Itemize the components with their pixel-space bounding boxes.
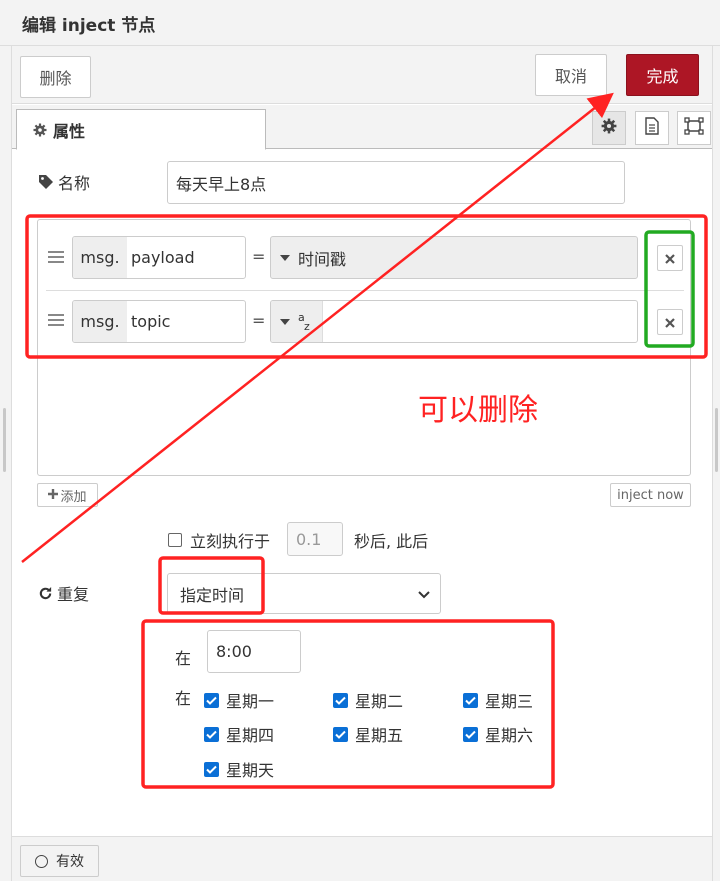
equals-sign: = <box>252 247 266 266</box>
resize-grip-icon <box>715 408 718 472</box>
once-after-label: 秒后, 此后 <box>354 532 429 551</box>
day-label: 星期五 <box>355 726 404 745</box>
done-button[interactable]: 完成 <box>626 54 699 96</box>
message-properties-list: msg. payload = 时间戳 msg. topic = a z <box>37 219 691 476</box>
add-property-label: 添加 <box>60 489 87 505</box>
tag-icon <box>38 174 54 190</box>
name-label: 名称 <box>38 170 90 194</box>
refresh-icon <box>38 586 53 601</box>
property-key-input[interactable]: topic <box>127 301 245 342</box>
close-icon <box>665 249 675 268</box>
checkbox-checked-icon <box>333 692 348 708</box>
string-type-icon-z: z <box>304 319 310 333</box>
value-type-label: 时间戳 <box>298 249 347 269</box>
checkbox-checked-icon <box>463 692 478 708</box>
property-value-type-field[interactable]: 时间戳 <box>270 236 638 279</box>
time-input[interactable]: 8:00 <box>207 630 301 673</box>
inject-once-label: 立刻执行于 <box>190 532 271 551</box>
property-value-type-field[interactable]: a z <box>270 300 638 343</box>
caret-down-icon <box>280 254 290 261</box>
gear-icon <box>33 123 47 137</box>
day-checkbox-fri[interactable]: 星期五 <box>333 722 403 746</box>
left-resize-edge[interactable] <box>0 0 12 881</box>
property-key-field[interactable]: msg. topic <box>72 300 246 343</box>
equals-sign: = <box>252 311 266 330</box>
frame-icon <box>684 117 704 139</box>
day-label: 星期二 <box>355 692 404 711</box>
enabled-label: 有效 <box>56 854 84 870</box>
tab-properties[interactable]: 属性 <box>16 109 266 150</box>
inject-once-checkbox[interactable] <box>168 533 182 547</box>
msg-prefix: msg. <box>73 237 127 278</box>
day-checkbox-wed[interactable]: 星期三 <box>463 688 533 712</box>
day-label: 星期天 <box>226 761 275 780</box>
value-type-selector[interactable]: a z <box>271 301 323 342</box>
tab-appearance[interactable] <box>677 111 711 145</box>
add-property-button[interactable]: 添加 <box>37 483 98 507</box>
at-time-label: 在 <box>175 649 192 668</box>
day-checkbox-thu[interactable]: 星期四 <box>204 722 274 746</box>
dialog-toolbar: 删除 取消 完成 <box>12 46 712 104</box>
day-label: 星期六 <box>485 726 534 745</box>
msg-prefix: msg. <box>73 301 127 342</box>
checkbox-checked-icon <box>204 761 219 777</box>
resize-grip-icon <box>3 408 6 472</box>
row-divider <box>46 290 684 291</box>
repeat-label-text: 重复 <box>57 585 90 604</box>
at-days-label: 在 <box>175 689 192 708</box>
drag-handle-icon[interactable] <box>48 251 64 263</box>
day-label: 星期四 <box>226 726 275 745</box>
delete-button[interactable]: 删除 <box>20 56 91 98</box>
inject-once-row: 立刻执行于 <box>168 523 270 557</box>
repeat-label: 重复 <box>38 581 89 605</box>
plus-icon <box>48 488 59 503</box>
gear-icon <box>601 118 617 138</box>
checkbox-checked-icon <box>204 726 219 742</box>
tabs-row: 属性 <box>12 105 712 150</box>
tab-settings[interactable] <box>592 111 626 145</box>
remove-property-button[interactable] <box>657 245 683 271</box>
day-checkbox-tue[interactable]: 星期二 <box>333 688 403 712</box>
inject-now-button[interactable]: inject now <box>610 483 691 507</box>
circle-icon <box>35 854 48 868</box>
enabled-toggle-button[interactable]: 有效 <box>20 845 99 877</box>
checkbox-checked-icon <box>463 726 478 742</box>
string-type-icon: a z <box>298 311 314 333</box>
dialog-title: 编辑 inject 节点 <box>22 16 156 36</box>
name-input[interactable]: 每天早上8点 <box>167 161 625 204</box>
day-checkbox-sat[interactable]: 星期六 <box>463 722 533 746</box>
name-label-text: 名称 <box>58 174 91 193</box>
close-icon <box>665 313 675 332</box>
day-checkbox-sun[interactable]: 星期天 <box>204 757 274 781</box>
remove-property-button[interactable] <box>657 309 683 335</box>
once-delay-input[interactable]: 0.1 <box>287 522 343 556</box>
annotation-note: 可以删除 <box>418 393 538 428</box>
checkbox-checked-icon <box>204 692 219 708</box>
day-label: 星期三 <box>485 692 534 711</box>
cancel-button[interactable]: 取消 <box>535 54 607 96</box>
tab-description[interactable] <box>635 111 669 145</box>
drag-handle-icon[interactable] <box>48 314 64 326</box>
property-key-input[interactable]: payload <box>127 237 245 278</box>
caret-down-icon <box>280 318 290 325</box>
dialog-title-bar: 编辑 inject 节点 <box>0 0 720 46</box>
property-key-field[interactable]: msg. payload <box>72 236 246 279</box>
document-icon <box>644 117 660 139</box>
repeat-selected-value: 指定时间 <box>180 585 245 605</box>
right-resize-edge[interactable] <box>712 0 720 881</box>
dialog-footer: 有效 <box>12 836 712 881</box>
checkbox-checked-icon <box>333 726 348 742</box>
chevron-down-icon <box>418 584 430 603</box>
repeat-select[interactable]: 指定时间 <box>167 573 441 614</box>
day-checkbox-mon[interactable]: 星期一 <box>204 688 274 712</box>
day-label: 星期一 <box>226 692 275 711</box>
tab-properties-label: 属性 <box>53 121 86 141</box>
